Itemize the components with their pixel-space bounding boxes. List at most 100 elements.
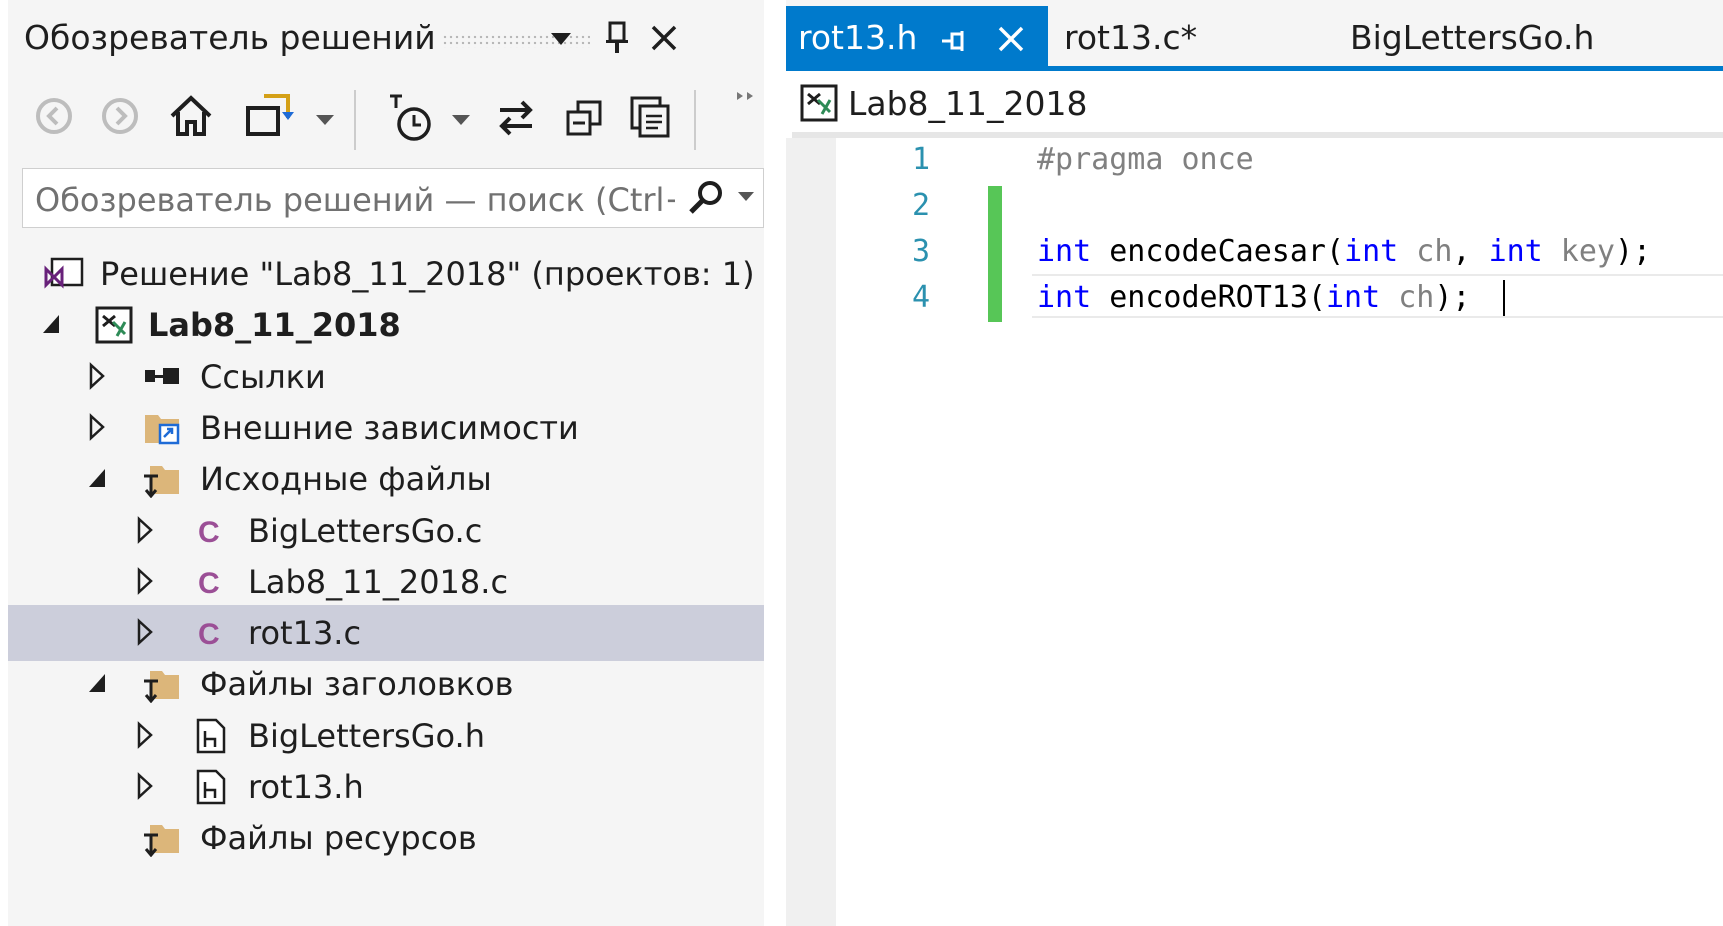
more-icon[interactable] (736, 88, 756, 102)
keyword: int (1326, 280, 1381, 315)
collapsed-arrow-icon[interactable] (130, 708, 160, 764)
search-icon[interactable] (687, 179, 725, 217)
forward-icon[interactable] (100, 96, 140, 136)
change-indicator (988, 186, 1002, 322)
tree-item-label: Файлы ресурсов (200, 819, 477, 858)
tree-item[interactable]: Файлы ресурсов (8, 810, 764, 866)
project-icon (94, 306, 134, 344)
preprocessor-directive: #pragma once (1037, 142, 1254, 177)
svg-text:C: C (198, 567, 220, 600)
tree-item[interactable]: Решение "Lab8_11_2018" (проектов: 1) (8, 246, 764, 302)
code-text: encodeCaesar( (1091, 234, 1345, 269)
expanded-arrow-icon[interactable] (82, 451, 112, 507)
collapsed-arrow-icon[interactable] (82, 349, 112, 405)
solution-explorer-panel: Обозреватель решений Обозреватель решени… (8, 0, 764, 926)
text-caret (1503, 280, 1505, 316)
line-number: 2 (911, 188, 930, 223)
line-number: 4 (911, 280, 930, 315)
keyword: int (1037, 280, 1092, 315)
copy-icon[interactable] (628, 94, 672, 140)
keyword: int (1488, 234, 1543, 269)
keyword: int (1037, 234, 1092, 269)
h-file-icon (190, 717, 230, 755)
line-number: 1 (911, 142, 930, 177)
chevron-down-icon[interactable] (450, 112, 472, 128)
parameter: key (1542, 234, 1615, 269)
project-icon (800, 84, 838, 122)
code-line[interactable]: #pragma once (1037, 142, 1254, 177)
pin-icon[interactable] (940, 28, 970, 54)
tree-item[interactable]: Внешние зависимости (8, 400, 764, 456)
code-line[interactable]: int encodeCaesar(int ch, int key); (1037, 234, 1651, 269)
tree-item-label: BigLettersGo.c (248, 511, 483, 550)
tree-item[interactable]: Исходные файлы (8, 451, 764, 507)
code-text: , (1452, 234, 1489, 269)
search-input[interactable]: Обозреватель решений — поиск (Ctrl+;) (35, 181, 675, 219)
tree-item[interactable]: rot13.h (8, 759, 764, 815)
collapsed-arrow-icon[interactable] (130, 605, 160, 661)
tree-item[interactable]: Crot13.c (8, 605, 764, 662)
tree-item[interactable]: Файлы заголовков (8, 656, 764, 712)
collapsed-arrow-icon[interactable] (130, 759, 160, 815)
toolbar-separator (354, 90, 356, 150)
panel-title: Обозреватель решений (24, 18, 436, 57)
chevron-down-icon[interactable] (314, 112, 336, 128)
code-text: encodeROT13( (1091, 280, 1326, 315)
svg-text:C: C (198, 516, 220, 549)
tree-item-label: Файлы заголовков (200, 665, 514, 704)
solution-icon (44, 255, 84, 293)
references-icon (142, 358, 182, 396)
expanded-arrow-icon[interactable] (36, 297, 66, 353)
active-tab-rule (786, 66, 1723, 71)
folder-icon (142, 460, 182, 499)
collapse-icon[interactable] (564, 98, 604, 138)
tree-item-label: Решение "Lab8_11_2018" (проектов: 1) (100, 255, 755, 293)
panel-options-icon[interactable] (546, 24, 576, 54)
tab-bigletters-h[interactable]: BigLettersGo.h (1350, 18, 1594, 57)
tree-item-label: Lab8_11_2018 (148, 306, 401, 345)
tree-item-label: rot13.c (248, 614, 362, 653)
tree-item-label: Исходные файлы (200, 460, 492, 499)
history-icon[interactable] (386, 90, 436, 144)
c-file-icon: C (190, 563, 230, 601)
close-icon[interactable] (648, 22, 680, 54)
tree-item-label: Внешние зависимости (200, 408, 579, 447)
folder-icon (142, 665, 182, 704)
collapsed-arrow-icon[interactable] (130, 554, 160, 610)
search-box[interactable]: Обозреватель решений — поиск (Ctrl+;) (22, 168, 764, 228)
panel-splitter[interactable] (764, 0, 786, 926)
collapsed-arrow-icon[interactable] (130, 503, 160, 559)
c-file-icon: C (190, 614, 230, 652)
tree-item[interactable]: C BigLettersGo.c (8, 503, 764, 559)
expanded-arrow-icon[interactable] (82, 656, 112, 712)
back-icon[interactable] (34, 96, 74, 136)
chevron-down-icon[interactable] (737, 189, 755, 203)
tree-item[interactable]: BigLettersGo.h (8, 708, 764, 764)
pin-icon[interactable] (602, 20, 632, 56)
toolbar-separator (694, 90, 696, 150)
editor-margin (786, 138, 836, 926)
navigation-bar[interactable]: Lab8_11_2018 (792, 76, 1723, 138)
external-deps-icon (142, 409, 182, 447)
nav-project-label: Lab8_11_2018 (848, 84, 1088, 123)
tree-item-label: rot13.h (248, 768, 364, 806)
code-text: ); (1615, 234, 1652, 269)
c-file-icon: C (190, 512, 230, 550)
folder-icon (142, 819, 182, 858)
swap-icon[interactable] (494, 96, 538, 140)
code-line[interactable]: int encodeROT13(int ch); (1037, 280, 1471, 315)
tree-item[interactable]: Ссылки (8, 349, 764, 405)
tree-item-label: BigLettersGo.h (248, 716, 485, 755)
tree-item[interactable]: Lab8_11_2018 (8, 297, 764, 353)
tree-item[interactable]: C Lab8_11_2018.c (8, 554, 764, 610)
keyword: int (1344, 234, 1399, 269)
home-icon[interactable] (168, 92, 214, 138)
collapsed-arrow-icon[interactable] (82, 400, 112, 456)
tree-item-label: Ссылки (200, 357, 326, 396)
close-icon[interactable] (996, 24, 1026, 54)
line-number: 3 (911, 234, 930, 269)
tab-rot13-h[interactable]: rot13.h (786, 6, 1048, 70)
parameter: ch (1398, 234, 1453, 269)
sync-icon[interactable] (244, 92, 294, 140)
tab-rot13-c[interactable]: rot13.c* (1064, 18, 1197, 57)
